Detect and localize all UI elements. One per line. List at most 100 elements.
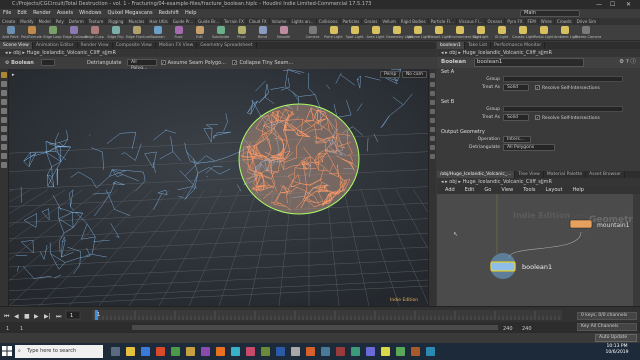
tab-motion-fx-view[interactable]: Motion FX View: [156, 42, 198, 49]
tab-scene-view[interactable]: Scene View: [0, 42, 33, 49]
shelf-tool-edge-collapse[interactable]: Edge Collapse: [63, 25, 88, 40]
auto-update-button[interactable]: Auto Update: [595, 334, 637, 342]
breadcrumb-obj[interactable]: obj: [449, 179, 457, 185]
snap-icon[interactable]: [1, 135, 7, 141]
network-menu-add[interactable]: Add: [440, 186, 460, 194]
shelf-tool-subdivide[interactable]: Subdivide: [210, 25, 231, 40]
shelf-tool-edge-loop[interactable]: Edge Loop: [42, 25, 63, 40]
shelf-tab[interactable]: Crowds: [555, 18, 575, 25]
view-icon[interactable]: [1, 126, 7, 132]
app-icon[interactable]: [276, 347, 285, 356]
range-start-field[interactable]: 1: [20, 326, 23, 332]
shelf-tool-fuse[interactable]: Fuse: [168, 25, 189, 40]
menu-redshift[interactable]: Redshift: [156, 9, 182, 18]
wireframe-icon[interactable]: [430, 91, 435, 96]
set-b-treat-select[interactable]: Solid: [503, 114, 529, 121]
set-b-resolve-checkbox[interactable]: [535, 115, 540, 120]
app-icon[interactable]: [306, 347, 315, 356]
shelf-tool-add-point[interactable]: Add Point: [0, 25, 21, 40]
network-menu-go[interactable]: Go: [479, 186, 496, 194]
shelf-tool-ambient-light[interactable]: Ambient Light: [554, 25, 579, 40]
operation-select[interactable]: Inters...: [503, 136, 531, 143]
app-icon[interactable]: [171, 347, 180, 356]
shelf-tab[interactable]: Modify: [18, 18, 37, 25]
tab-animation-editor[interactable]: Animation Editor: [33, 42, 78, 49]
move-icon[interactable]: [1, 81, 7, 87]
shelf-tool-boolean[interactable]: Boolean: [147, 25, 168, 40]
app-icon[interactable]: [351, 347, 360, 356]
close-button[interactable]: ✕: [626, 0, 631, 9]
node-boolean1[interactable]: boolean1: [490, 253, 552, 279]
shelf-tool-edge-fracture[interactable]: Edge Fracture: [126, 25, 150, 40]
shelf-tab[interactable]: Viscous Fl...: [457, 18, 486, 25]
shelf-tab[interactable]: Grains: [362, 18, 381, 25]
shelf-tab[interactable]: Create: [0, 18, 19, 25]
tab-geometry-spreadsheet[interactable]: Geometry Spreadsheet: [197, 42, 257, 49]
shelf-tab[interactable]: Rigid Bodies: [399, 18, 429, 25]
back-arrow-icon[interactable]: ◂ ▸: [441, 50, 449, 56]
houdini-icon[interactable]: [216, 347, 225, 356]
help-icon[interactable]: ⚙ ? ⓘ: [619, 57, 636, 68]
shelf-tab[interactable]: Collisions: [317, 18, 341, 25]
network-menu-layout[interactable]: Layout: [541, 186, 568, 194]
tab-asset-browser[interactable]: Asset Browser: [586, 171, 626, 178]
shelf-tab[interactable]: Terrain FX: [222, 18, 247, 25]
range-slider[interactable]: [132, 325, 498, 330]
network-menu-help[interactable]: Help: [568, 186, 589, 194]
scale-icon[interactable]: [1, 99, 7, 105]
shelf-tool-spot-light[interactable]: Spot Light: [344, 25, 365, 40]
task-view-icon[interactable]: [111, 347, 120, 356]
shading-icon[interactable]: [430, 82, 435, 87]
handle-icon[interactable]: [1, 108, 7, 114]
tab-render-view[interactable]: Render View: [78, 42, 113, 49]
shelf-tab[interactable]: Texture: [87, 18, 107, 25]
breadcrumb-geo[interactable]: Huge_Icelandic_Volcanic_Cliff_sjjmR: [463, 50, 552, 56]
back-arrow-icon[interactable]: ◂ ▸: [441, 179, 449, 185]
shelf-tool-pivot[interactable]: Pivot: [231, 25, 252, 40]
magnet-icon[interactable]: [1, 153, 7, 159]
breadcrumb-obj[interactable]: obj: [13, 50, 21, 56]
menu-edit[interactable]: Edit: [14, 9, 30, 18]
shelf-tab[interactable]: Lights an...: [290, 18, 317, 25]
shelf-tool-gi-light[interactable]: GI Light: [491, 25, 512, 40]
rotate-icon[interactable]: [1, 90, 7, 96]
menu-file[interactable]: File: [0, 9, 14, 18]
stop-icon[interactable]: ■: [24, 313, 30, 320]
shelf-tab[interactable]: Particle Fl...: [429, 18, 457, 25]
app-icon[interactable]: [411, 347, 420, 356]
render-icon[interactable]: [430, 154, 435, 159]
camera-menu[interactable]: No cam: [401, 71, 427, 78]
shelf-tab[interactable]: Deform: [67, 18, 87, 25]
display-icon[interactable]: [430, 73, 435, 78]
maximize-button[interactable]: ☐: [610, 0, 615, 9]
app-icon[interactable]: [246, 347, 255, 356]
network-menu-view[interactable]: View: [496, 186, 518, 194]
app-icon[interactable]: [426, 347, 435, 356]
shelf-tool-smooth[interactable]: Smooth: [273, 25, 294, 40]
background-icon[interactable]: [430, 127, 435, 132]
minimize-button[interactable]: —: [596, 0, 602, 9]
tab-boolean1[interactable]: boolean1: [437, 42, 465, 49]
shelf-tool-edge-cusp[interactable]: Edge Cusp: [84, 25, 105, 40]
select-icon[interactable]: [1, 72, 7, 78]
breadcrumb-geo[interactable]: Huge_Icelandic_Volcanic_Cliff_sjjmR: [463, 179, 552, 185]
shelf-tab[interactable]: Pyro FX: [505, 18, 526, 25]
app-icon[interactable]: [201, 347, 210, 356]
step-forward-icon[interactable]: ▶|: [44, 313, 51, 320]
back-arrow-icon[interactable]: ◂ ▸: [5, 50, 13, 56]
shelf-tool-geometry-light[interactable]: Geometry Light: [386, 25, 413, 40]
file-explorer-icon[interactable]: [126, 347, 135, 356]
shelf-tool-stereo-camera[interactable]: Stereo Camera: [575, 25, 601, 40]
range-end-field[interactable]: 240: [503, 326, 513, 332]
shelf-tool-distant-light[interactable]: Distant Light: [428, 25, 450, 40]
points-icon[interactable]: [430, 100, 435, 105]
set-a-resolve-checkbox[interactable]: [535, 85, 540, 90]
shelf-tool-portal-light[interactable]: Portal Light: [533, 25, 554, 40]
set-b-group-field[interactable]: [503, 106, 623, 112]
app-icon[interactable]: [336, 347, 345, 356]
pose-icon[interactable]: [1, 117, 7, 123]
shelf-tab[interactable]: Guide Br...: [196, 18, 223, 25]
taskbar-clock[interactable]: 10:13 PM 10/6/2019: [596, 344, 638, 356]
shelf-tool-polyextrude[interactable]: PolyExtrude: [21, 25, 42, 40]
network-menu-tools[interactable]: Tools: [518, 186, 540, 194]
